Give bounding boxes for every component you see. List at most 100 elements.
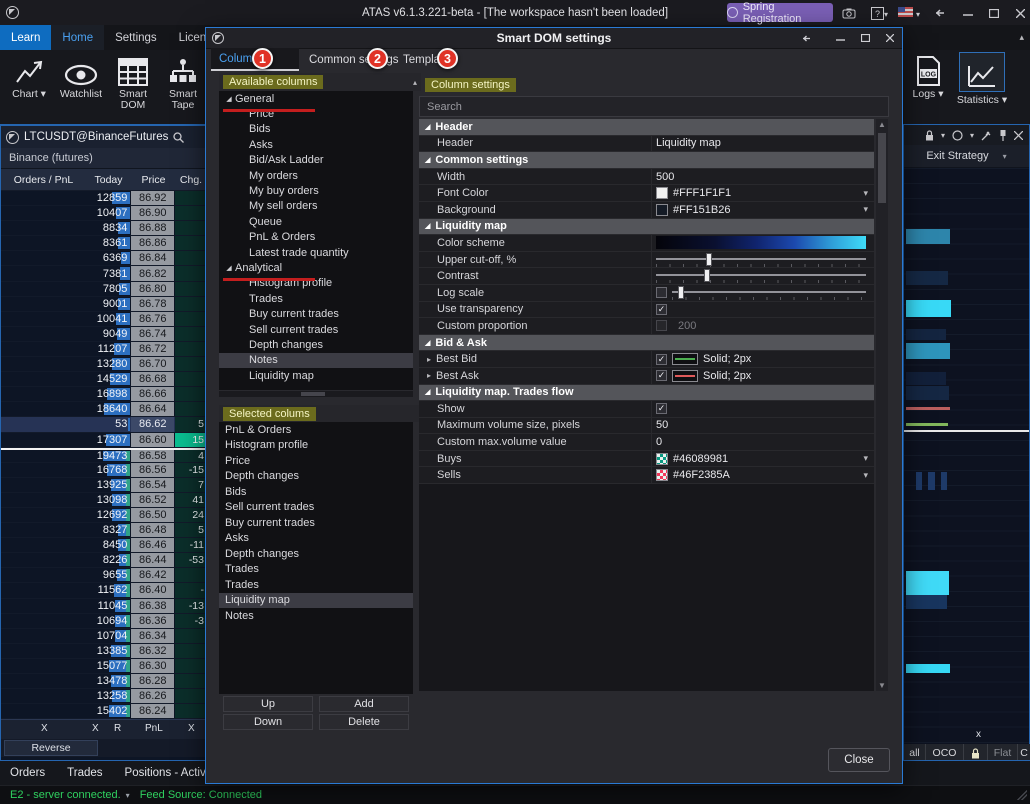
orders-cell[interactable]	[1, 206, 86, 220]
ribbon-item-grid[interactable]: Smart DOM	[108, 52, 158, 122]
dom-row[interactable]: 738186.82	[1, 266, 206, 281]
close-button[interactable]: Close	[828, 748, 890, 772]
expander-icon[interactable]: ◢	[223, 95, 235, 103]
footer-cell-pnl[interactable]: PnL	[145, 723, 163, 734]
row-expander-icon[interactable]: ▸	[427, 371, 431, 380]
tree-item-bid-ask-ladder[interactable]: Bid/Ask Ladder	[219, 153, 413, 168]
tree-item-my-sell-orders[interactable]: My sell orders	[219, 199, 413, 214]
orders-cell[interactable]	[1, 236, 86, 250]
bottom-tab-trades[interactable]: Trades	[67, 767, 102, 779]
dom-row[interactable]: 1864086.64	[1, 402, 206, 417]
orders-cell[interactable]	[1, 538, 86, 552]
today-cell[interactable]: 10407	[86, 206, 131, 220]
orders-cell[interactable]	[1, 478, 86, 492]
today-cell[interactable]: 10694	[86, 614, 131, 628]
chg-cell[interactable]	[175, 266, 206, 280]
price-cell[interactable]: 86.56	[131, 463, 174, 477]
dom-title-bar[interactable]: LTCUSDT@BinanceFutures	[1, 126, 206, 148]
chg-cell[interactable]	[175, 297, 206, 311]
tree-group-general[interactable]: ◢General	[219, 91, 413, 106]
line-style-swatch[interactable]	[672, 353, 698, 365]
today-cell[interactable]: 6369	[86, 251, 131, 265]
exit-strategy-dropdown[interactable]: Exit Strategy ▾	[904, 145, 1029, 168]
price-cell[interactable]: 86.48	[131, 523, 174, 537]
section-expander-icon[interactable]: ◢	[425, 123, 430, 131]
tree-item-pnl-orders[interactable]: PnL & Orders	[219, 230, 413, 245]
dom-row[interactable]: 1392586.547	[1, 478, 206, 493]
setting-value[interactable]	[651, 268, 874, 284]
row-expander-icon[interactable]: ▸	[427, 355, 431, 364]
checkbox[interactable]: ✓	[656, 370, 667, 381]
chg-cell[interactable]	[175, 312, 206, 326]
tree-item-queue[interactable]: Queue	[219, 214, 413, 229]
add-button[interactable]: Add	[319, 696, 409, 712]
orders-cell[interactable]	[1, 282, 86, 296]
chg-cell[interactable]	[175, 327, 206, 341]
chg-cell[interactable]	[175, 282, 206, 296]
today-cell[interactable]: 13258	[86, 689, 131, 703]
setting-value[interactable]: 500	[651, 169, 874, 185]
selected-item-asks[interactable]: Asks	[219, 531, 413, 547]
selected-item-depth-changes[interactable]: Depth changes	[219, 469, 413, 485]
setting-value[interactable]	[651, 235, 874, 251]
selected-item-liquidity-map[interactable]: Liquidity map	[219, 593, 413, 609]
orders-cell[interactable]	[1, 523, 86, 537]
dom-row[interactable]: 883486.88	[1, 221, 206, 236]
chg-cell[interactable]	[175, 191, 206, 205]
today-cell[interactable]: 14529	[86, 372, 131, 386]
today-cell[interactable]: 7805	[86, 282, 131, 296]
flag-dropdown-icon[interactable]: ▾	[916, 10, 920, 19]
price-cell[interactable]: 86.46	[131, 538, 174, 552]
chg-cell[interactable]: 4	[175, 450, 206, 462]
chg-cell[interactable]: 15	[175, 433, 206, 447]
today-cell[interactable]: 15077	[86, 659, 131, 673]
pin-icon[interactable]	[999, 130, 1007, 141]
orders-cell[interactable]	[1, 327, 86, 341]
today-cell[interactable]: 13478	[86, 674, 131, 688]
today-cell[interactable]: 9049	[86, 327, 131, 341]
price-cell[interactable]: 86.58	[131, 450, 174, 462]
chg-cell[interactable]: -11	[175, 538, 206, 552]
price-cell[interactable]: 86.38	[131, 599, 174, 613]
dom-row[interactable]: 1328086.70	[1, 357, 206, 372]
dom-row[interactable]: 1347886.28	[1, 674, 206, 689]
orders-cell[interactable]	[1, 387, 86, 401]
orders-cell[interactable]	[1, 251, 86, 265]
today-cell[interactable]: 13098	[86, 493, 131, 507]
orders-cell[interactable]	[1, 433, 86, 447]
chg-cell[interactable]: 24	[175, 508, 206, 522]
dom-row[interactable]: 822686.44-53	[1, 553, 206, 568]
search-icon[interactable]	[173, 132, 184, 143]
price-cell[interactable]: 86.52	[131, 493, 174, 507]
selected-item-price[interactable]: Price	[219, 453, 413, 469]
slider-handle[interactable]	[704, 269, 710, 282]
orders-cell[interactable]	[1, 463, 86, 477]
orders-cell[interactable]	[1, 568, 86, 582]
circle-dropdown-icon[interactable]: ▾	[970, 131, 974, 140]
dom-row[interactable]: 1730786.6015	[1, 433, 206, 448]
checkbox[interactable]: ✓	[656, 304, 667, 315]
orders-cell[interactable]	[1, 266, 86, 280]
price-cell[interactable]: 86.28	[131, 674, 174, 688]
orders-cell[interactable]	[1, 493, 86, 507]
today-cell[interactable]: 12859	[86, 191, 131, 205]
scroll-up-icon[interactable]: ▲	[876, 120, 888, 129]
chg-cell[interactable]: -13	[175, 599, 206, 613]
slider-handle[interactable]	[706, 253, 712, 266]
setting-value[interactable]: ✓	[651, 285, 874, 301]
tree-group-analytical[interactable]: ◢Analytical	[219, 260, 413, 275]
ribbon-tab-learn[interactable]: Learn	[0, 25, 51, 50]
tree-item-buy-current-trades[interactable]: Buy current trades	[219, 306, 413, 321]
footer-cell-r[interactable]: R	[114, 723, 121, 734]
color-swatch[interactable]	[656, 204, 668, 216]
chg-cell[interactable]: -3	[175, 614, 206, 628]
price-cell[interactable]: 86.76	[131, 312, 174, 326]
today-cell[interactable]: 16768	[86, 463, 131, 477]
dialog-close-icon[interactable]	[882, 31, 898, 45]
setting-value[interactable]: #FF151B26▾	[651, 202, 874, 218]
tree-hscrollbar[interactable]	[219, 391, 413, 397]
reverse-button[interactable]: Reverse	[4, 740, 98, 756]
selected-item-sell-current-trades[interactable]: Sell current trades	[219, 500, 413, 516]
dom-row[interactable]: 1040786.90	[1, 206, 206, 221]
price-cell[interactable]: 86.68	[131, 372, 174, 386]
